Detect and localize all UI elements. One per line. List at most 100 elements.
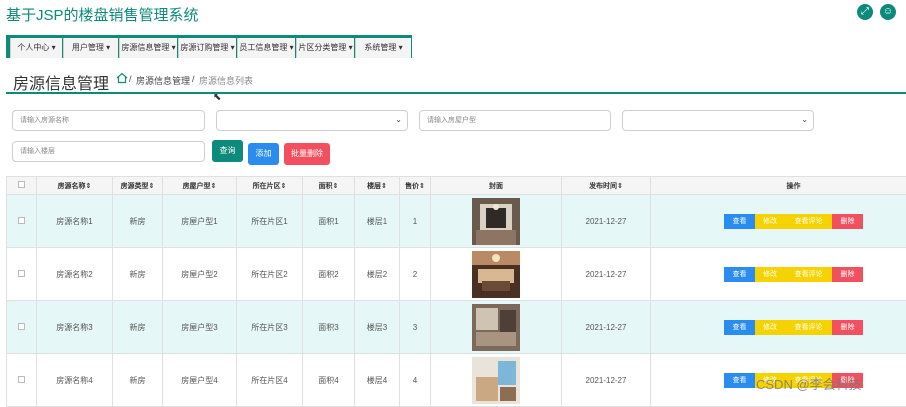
navbar: 个人中心 ▾ 用户管理 ▾ 房源信息管理 ▾ 房源订购管理 ▾ 员工信息管理 ▾… [6,35,412,58]
table-row: 房源名称2 新房 房屋户型2 所在片区2 面积2 楼层2 2 2021-12-2… [7,248,906,301]
house-name-input[interactable]: 请输入房源名称 [12,110,205,131]
cell-floor: 楼层2 [355,248,400,301]
sort-icon[interactable]: ⇕ [381,183,387,190]
view-button[interactable]: 查看 [724,214,755,229]
watermark: CSDN @李会科技 [756,374,862,393]
col-header[interactable]: 所在片区⇕ [237,177,303,195]
house-layout-input[interactable]: 请输入房屋户型 [419,110,611,131]
table-header-row: 房源名称⇕ 房源类型⇕ 房屋户型⇕ 所在片区⇕ 面积⇕ 楼层⇕ 售价⇕ 封面 发… [7,177,906,195]
cell-area: 所在片区3 [237,301,303,354]
col-header: 操作 [651,177,906,195]
breadcrumb-sep: / [129,74,132,84]
sort-icon[interactable]: ⇕ [333,183,339,190]
row-checkbox-cell[interactable] [7,195,37,248]
sort-icon[interactable]: ⇕ [617,183,623,190]
edit-button[interactable]: 修改 [755,214,785,229]
house-type-select[interactable]: ⌄ [216,110,408,131]
edit-button[interactable]: 修改 [755,320,785,335]
col-header[interactable]: 面积⇕ [303,177,355,195]
sort-icon[interactable]: ⇕ [419,183,425,190]
checkbox[interactable] [18,376,25,383]
view-button[interactable]: 查看 [724,373,755,388]
cell-name: 房源名称4 [37,354,113,407]
breadcrumb-house-info[interactable]: 房源信息管理 [136,74,190,87]
view-comments-button[interactable]: 查看评论 [785,214,832,229]
row-checkbox-cell[interactable] [7,248,37,301]
col-header[interactable]: 发布时间⇕ [562,177,651,195]
cover-image [472,304,520,351]
query-button[interactable]: 查询 [212,140,243,162]
view-comments-button[interactable]: 查看评论 [785,320,832,335]
user-icon[interactable]: ☺ [880,4,896,20]
table-row: 房源名称3 新房 房屋户型3 所在片区3 面积3 楼层3 3 2021-12-2… [7,301,906,354]
col-header: 封面 [431,177,562,195]
sort-icon[interactable]: ⇕ [86,183,92,190]
floor-input[interactable]: 请输入楼层 [12,141,205,162]
delete-button[interactable]: 删除 [832,267,863,282]
delete-button[interactable]: 删除 [832,214,863,229]
cell-layout: 房屋户型2 [163,248,237,301]
nav-item-house-info[interactable]: 房源信息管理 ▾ [119,38,177,58]
view-button[interactable]: 查看 [724,267,755,282]
checkbox[interactable] [18,270,25,277]
row-actions: 查看 修改 查看评论 删除 [724,267,863,282]
expand-icon[interactable]: ⤢ [857,4,873,20]
edit-button[interactable]: 修改 [755,267,785,282]
cell-type: 新房 [113,301,163,354]
nav-item-staff[interactable]: 员工信息管理 ▾ [237,38,295,58]
cell-size: 面积3 [303,301,355,354]
nav-item-system[interactable]: 系统管理 ▾ [355,38,411,58]
cell-area: 所在片区1 [237,195,303,248]
sort-icon[interactable]: ⇕ [281,183,287,190]
view-button[interactable]: 查看 [724,320,755,335]
cell-cover [431,248,562,301]
mouse-cursor: ⬉ [213,92,221,103]
cell-price: 1 [400,195,431,248]
delete-button[interactable]: 删除 [832,320,863,335]
checkbox[interactable] [18,181,25,188]
cover-image [472,251,520,298]
chevron-down-icon: ⌄ [395,115,402,124]
select-all-checkbox[interactable] [7,177,37,195]
col-header[interactable]: 房源名称⇕ [37,177,113,195]
cell-date: 2021-12-27 [562,301,651,354]
sort-icon[interactable]: ⇕ [149,183,155,190]
row-checkbox-cell[interactable] [7,354,37,407]
cell-size: 面积2 [303,248,355,301]
nav-item-users[interactable]: 用户管理 ▾ [63,38,118,58]
cell-date: 2021-12-27 [562,248,651,301]
cell-date: 2021-12-27 [562,354,651,407]
batch-delete-button[interactable]: 批量删除 [284,143,330,165]
cell-layout: 房屋户型1 [163,195,237,248]
cell-price: 4 [400,354,431,407]
app-title: 基于JSP的楼盘销售管理系统 [6,4,199,25]
cell-size: 面积1 [303,195,355,248]
cell-name: 房源名称2 [37,248,113,301]
nav-item-personal[interactable]: 个人中心 ▾ [10,38,62,58]
breadcrumb-sep: / [192,74,195,84]
row-checkbox-cell[interactable] [7,301,37,354]
add-button[interactable]: 添加 [248,143,279,165]
cell-cover [431,354,562,407]
cell-ops: 查看 修改 查看评论 删除 [651,248,906,301]
col-header[interactable]: 楼层⇕ [355,177,400,195]
col-header[interactable]: 售价⇕ [400,177,431,195]
cell-name: 房源名称1 [37,195,113,248]
home-icon[interactable] [116,72,128,84]
cover-image [472,357,520,404]
cell-price: 2 [400,248,431,301]
sort-icon[interactable]: ⇕ [211,183,217,190]
title-divider [6,92,906,94]
cell-floor: 楼层1 [355,195,400,248]
checkbox[interactable] [18,217,25,224]
row-actions: 查看 修改 查看评论 删除 [724,320,863,335]
nav-item-district[interactable]: 片区分类管理 ▾ [296,38,354,58]
col-header[interactable]: 房源类型⇕ [113,177,163,195]
table-row: 房源名称1 新房 房屋户型1 所在片区1 面积1 楼层1 1 2021-12-2… [7,195,906,248]
district-select[interactable]: ⌄ [622,110,814,131]
view-comments-button[interactable]: 查看评论 [785,267,832,282]
col-header[interactable]: 房屋户型⇕ [163,177,237,195]
checkbox[interactable] [18,323,25,330]
cell-floor: 楼层4 [355,354,400,407]
nav-item-house-order[interactable]: 房源订购管理 ▾ [178,38,236,58]
